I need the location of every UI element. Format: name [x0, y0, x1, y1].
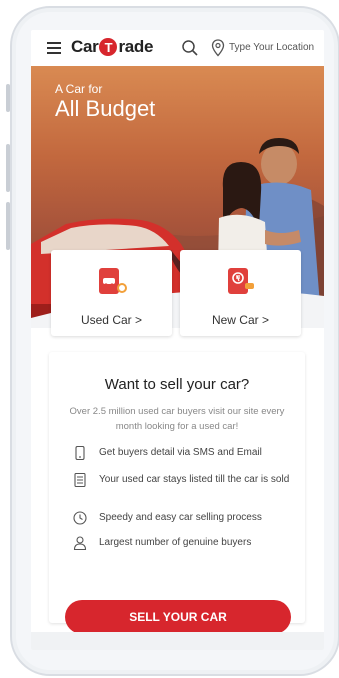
top-header: Car T rade Type Your Location: [31, 30, 324, 66]
chevron-right-icon: >: [135, 313, 143, 327]
phone-side-button: [6, 202, 10, 250]
app-screen: Car T rade Type Your Location A Car for …: [31, 30, 324, 650]
feature-text: Largest number of genuine buyers: [99, 537, 252, 548]
hero-tagline-big: All Budget: [55, 96, 156, 121]
chevron-right-icon: >: [262, 313, 270, 327]
location-pin-icon[interactable]: [211, 39, 225, 57]
feature-text: Get buyers detail via SMS and Email: [99, 447, 262, 458]
clock-icon: [73, 511, 87, 525]
phone-side-button: [6, 84, 10, 112]
feature-item: Get buyers detail via SMS and Email: [73, 446, 293, 460]
sell-car-panel: Want to sell your car? Over 2.5 million …: [49, 352, 305, 634]
bottom-strip: [31, 632, 324, 650]
logo-badge: T: [99, 38, 118, 56]
phone-icon: [75, 446, 85, 460]
feature-item: Your used car stays listed till the car …: [73, 473, 293, 487]
feature-text: Speedy and easy car selling process: [99, 512, 262, 523]
logo-text-right: rade: [118, 37, 154, 56]
new-car-text: New Car: [211, 313, 259, 327]
new-car-card[interactable]: New Car >: [180, 250, 301, 336]
search-icon[interactable]: [181, 39, 199, 57]
feature-item: Largest number of genuine buyers: [73, 536, 293, 550]
used-car-icon: [99, 268, 127, 294]
sell-title: Want to sell your car?: [104, 376, 250, 393]
used-car-label: Used Car >: [51, 313, 172, 327]
hero-tagline-small: A Car for: [55, 82, 103, 96]
logo-text-left: Car: [71, 37, 99, 56]
location-input[interactable]: Type Your Location: [229, 39, 324, 57]
sell-subtitle: Over 2.5 million used car buyers visit o…: [69, 406, 285, 432]
list-icon: [74, 473, 86, 487]
used-car-card[interactable]: Used Car >: [51, 250, 172, 336]
phone-side-button: [6, 144, 10, 192]
user-icon: [73, 536, 87, 550]
new-car-label: New Car >: [180, 313, 301, 327]
sell-your-car-button[interactable]: SELL YOUR CAR: [65, 600, 291, 634]
used-car-text: Used Car: [80, 313, 132, 327]
new-car-icon: [228, 268, 254, 294]
menu-icon[interactable]: [47, 42, 61, 54]
feature-text: Your used car stays listed till the car …: [99, 474, 290, 485]
feature-item: Speedy and easy car selling process: [73, 511, 293, 525]
cartrade-logo[interactable]: Car T rade: [71, 37, 153, 57]
